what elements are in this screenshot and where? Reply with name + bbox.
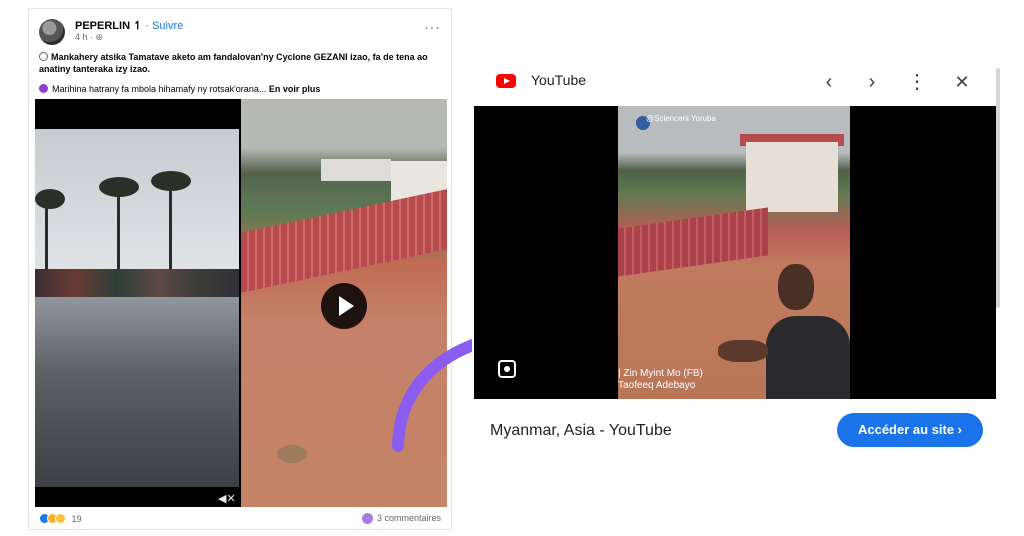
youtube-logo-icon [496, 74, 516, 88]
lens-search-icon[interactable] [498, 360, 516, 378]
post-header: PEPERLIN ↿ · Suivre 4 h · ⊛ ··· [37, 17, 445, 47]
clock-icon [39, 52, 48, 61]
flooded-street-video[interactable]: ◀✕ [35, 99, 239, 507]
comments-link[interactable]: 3 commentaires [361, 513, 441, 525]
author-name[interactable]: PEPERLIN [75, 20, 130, 32]
video-frame: @Scienceni Yoruba | Zin Myint Mo (FB) Ta… [618, 106, 850, 399]
credit-line-2: Taofeeq Adebayo [618, 380, 696, 391]
palm-trunk [117, 189, 120, 279]
mute-icon[interactable]: ◀✕ [218, 492, 236, 505]
post-time[interactable]: 4 h · ⊛ [75, 32, 103, 43]
palm-fronds [151, 171, 191, 191]
menu-button[interactable]: ⋮ [903, 68, 931, 96]
palm-fronds [35, 189, 65, 209]
credit-line-1: | Zin Myint Mo (FB) [618, 368, 703, 379]
more-options-button[interactable]: ··· [424, 19, 441, 35]
play-button[interactable] [321, 283, 367, 329]
scrollbar[interactable] [996, 68, 1000, 308]
reactions[interactable]: 19 [39, 513, 82, 525]
background-house [321, 159, 391, 181]
result-title[interactable]: Myanmar, Asia - YouTube [490, 422, 672, 440]
watermark-text: @Scienceni Yoruba [646, 114, 716, 123]
caption-text: Mankahery atsika Tamatave aketo am fanda… [39, 52, 428, 74]
forward-button[interactable]: › [858, 68, 886, 96]
debris [277, 445, 307, 463]
close-button[interactable]: ✕ [948, 68, 976, 96]
author-badge-icon: ↿ [133, 20, 143, 32]
comments-count: 3 commentaires [376, 513, 441, 523]
reaction-count: 19 [71, 513, 82, 524]
post-footer: 19 3 commentaires [37, 511, 445, 527]
palm-fronds [99, 177, 139, 197]
house [746, 142, 838, 212]
flood-water [35, 297, 239, 487]
presenter-body [766, 316, 850, 399]
comment-icon [361, 513, 373, 525]
submerged-roof [241, 189, 447, 293]
palm-trunk [169, 183, 172, 279]
source-title: YouTube [531, 72, 587, 88]
facebook-post: PEPERLIN ↿ · Suivre 4 h · ⊛ ··· Mankaher… [28, 8, 452, 530]
shore-buildings [35, 269, 239, 299]
author-line: PEPERLIN ↿ · Suivre [75, 19, 183, 32]
post-caption: Mankahery atsika Tamatave aketo am fanda… [39, 51, 444, 75]
haha-reaction-icon [55, 513, 66, 525]
post-subcaption: Marihina hatrany fa mbola hihamafy ny ro… [39, 83, 444, 95]
purple-circle-icon [39, 84, 48, 93]
presenter-hands [718, 340, 768, 362]
back-button[interactable]: ‹ [815, 68, 843, 96]
presenter-head [778, 264, 814, 310]
avatar[interactable] [39, 19, 65, 45]
subcaption-text: Marihina hatrany fa mbola hihamafy ny ro… [52, 84, 267, 94]
result-video[interactable]: @Scienceni Yoruba | Zin Myint Mo (FB) Ta… [474, 106, 996, 399]
post-media[interactable]: ◀✕ [35, 99, 447, 507]
follow-button[interactable]: Suivre [152, 20, 183, 32]
see-more-link[interactable]: En voir plus [269, 84, 321, 94]
panel-footer: Myanmar, Asia - YouTube Accéder au site … [472, 400, 1000, 455]
lens-result-panel: YouTube ‹ › ⋮ ✕ @Scienceni Yoruba | Zin … [472, 60, 1000, 455]
separator: · [145, 20, 150, 32]
video-credit: | Zin Myint Mo (FB) Taofeeq Adebayo [618, 368, 703, 392]
panel-header: YouTube ‹ › ⋮ ✕ [472, 60, 1000, 106]
visit-site-button[interactable]: Accéder au site › [837, 413, 983, 447]
palm-trunk [45, 199, 48, 279]
submerged-roof [618, 207, 768, 277]
